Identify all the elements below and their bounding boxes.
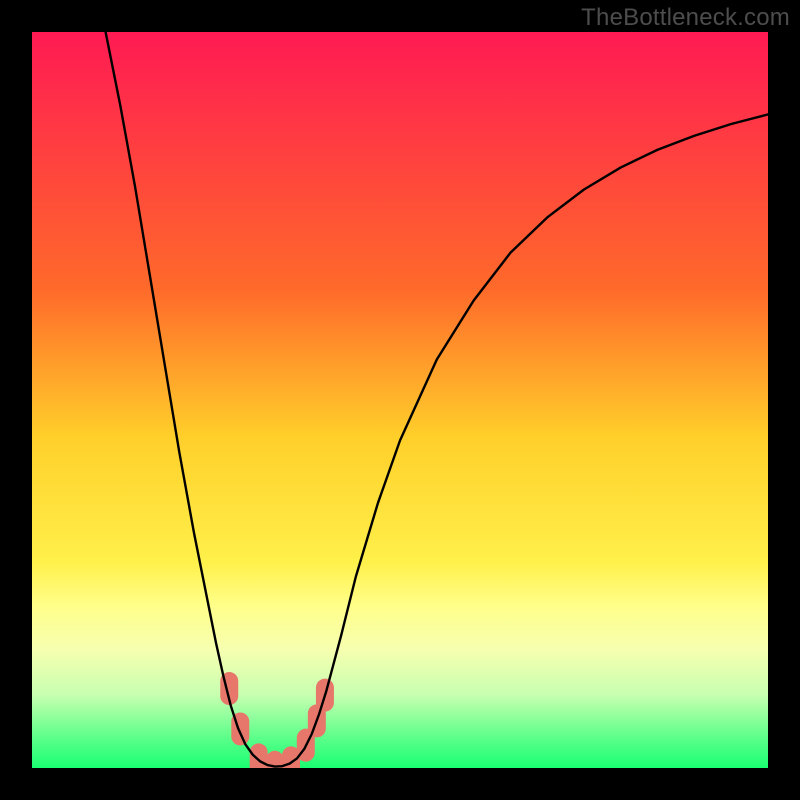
plot-area <box>32 32 768 768</box>
watermark-text: TheBottleneck.com <box>581 4 790 32</box>
chart-svg <box>32 32 768 768</box>
gradient-background <box>32 32 768 768</box>
outer-frame: TheBottleneck.com <box>0 0 800 800</box>
